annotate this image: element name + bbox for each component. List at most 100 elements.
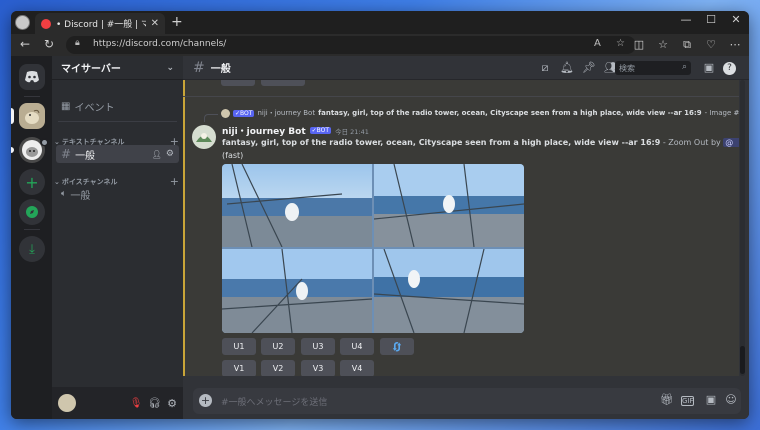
read-aloud-icon[interactable]: A [594,38,601,49]
events-item[interactable]: ▦ イベント [56,97,179,115]
user-settings-gear-icon[interactable]: ⚙ [167,397,177,410]
profile-avatar[interactable] [15,15,30,30]
variation-3-button[interactable]: V3 [301,360,335,376]
voice-channel-name: 一般 [70,190,91,202]
voice-channel-item[interactable]: 🔈︎ 一般 [56,185,179,203]
channel-name: 一般 [75,150,96,162]
discord-home-icon[interactable] [19,64,45,90]
message-input-placeholder: #一般へメッセージを送信 [221,398,328,408]
split-screen-icon[interactable]: ◫ [631,38,647,51]
chevron-down-icon: ⌄ [166,62,174,73]
scrollbar[interactable] [740,80,745,376]
server-header[interactable]: マイサーバー ⌄ [52,56,183,80]
calendar-icon: ▦ [61,100,71,112]
notification-bell-icon[interactable]: 🔔︎ [559,61,575,74]
image-quadrant-4 [374,249,524,333]
tab-close-button[interactable]: ✕ [151,18,159,29]
upscale-1-button[interactable]: U1 [222,338,256,355]
reply-prompt: fantasy, girl, top of the radio tower, o… [318,109,702,117]
bot-avatar[interactable] [192,125,216,149]
sticker-icon[interactable]: ▣ [703,393,719,406]
favorites-icon[interactable]: ☆ [655,38,671,51]
browser-essentials-icon[interactable]: ♡ [703,38,719,51]
chat-area: # 一般 ⧄ 🔔︎ 📌︎ 👥︎ 検索 ⌕ ▣ ? ✓BOT niji・journ… [183,56,749,419]
channel-sidebar: マイサーバー ⌄ ▦ イベント ⌄ テキストチャンネル + # 一般 👤︎ ⚙ … [52,56,183,419]
headphones-icon[interactable]: 🎧︎ [148,398,161,409]
new-tab-button[interactable]: + [171,14,183,30]
refresh-icon: 🔄︎ [391,340,403,354]
speaker-icon: 🔈︎ [61,189,67,199]
address-bar[interactable]: 🔒︎ https://discord.com/channels/ A ☆ [66,36,636,54]
image-quadrant-3 [222,249,372,333]
add-attachment-icon[interactable]: + [199,394,212,407]
message-timestamp: 今日 21:41 [335,127,369,136]
back-icon[interactable]: ← [17,37,33,51]
variation-1-button[interactable]: V1 [222,360,256,376]
emoji-icon[interactable]: ☺ [723,393,739,406]
message-content: fantasy, girl, top of the radio tower, o… [222,138,739,147]
help-icon[interactable]: ? [723,62,736,75]
bot-badge: ✓BOT [233,109,255,117]
add-server-icon[interactable]: + [19,169,45,195]
message-list: ✓BOT niji・journey Bot fantasy, girl, top… [183,80,739,376]
search-placeholder: 検索 [619,64,635,73]
close-window-button[interactable]: ✕ [726,13,746,26]
hash-icon: # [193,59,205,76]
maximize-button[interactable]: ☐ [701,13,721,26]
server-list: + ⤓ [11,56,52,419]
channel-title: 一般 [210,64,231,75]
channel-item-general[interactable]: # 一般 👤︎ ⚙ [56,145,179,163]
upscale-2-button[interactable]: U2 [261,338,295,355]
image-quadrant-1 [222,164,372,247]
discord-favicon-icon [41,18,51,29]
url-text: https://discord.com/channels/ [93,39,227,49]
zoom-text: - Zoom Out by [660,138,724,147]
reload-icon[interactable]: ↻ [41,37,57,51]
variation-2-button[interactable]: V2 [261,360,295,376]
minimize-button[interactable]: — [676,13,696,26]
search-icon: ⌕ [681,62,687,72]
server-icon-1[interactable] [19,103,45,129]
events-label: イベント [74,102,115,114]
tab-title: • Discord | #一般 | マイサーバー [56,20,146,30]
invite-icon[interactable]: 👤︎ [152,150,162,159]
download-apps-icon[interactable]: ⤓ [19,236,45,262]
speed-label: (fast) [222,151,244,160]
hash-icon: # [61,147,72,161]
discord-app: + ⤓ マイサーバー ⌄ ▦ イベント ⌄ テキストチャンネル + # 一般 👤… [11,56,749,419]
reply-suffix: - Image #2 [704,109,739,117]
upscale-4-button[interactable]: U4 [340,338,374,355]
collections-icon[interactable]: ⧉ [679,38,695,52]
search-input[interactable]: 検索 ⌕ [615,61,691,75]
gear-icon[interactable]: ⚙ [166,149,174,159]
address-toolbar: ← ↻ 🔒︎ https://discord.com/channels/ A ☆… [11,34,749,56]
mute-mic-icon[interactable]: 🎙︎ [130,398,143,409]
user-mention[interactable]: @ [723,138,739,147]
message-author[interactable]: niji・journey Bot [222,124,306,137]
avatar [221,108,230,118]
reroll-button[interactable]: 🔄︎ [380,338,414,355]
variation-4-button[interactable]: V4 [340,360,374,376]
gift-icon[interactable]: 🎁︎ [659,393,675,406]
more-menu-icon[interactable]: ⋯ [727,38,743,51]
avatar[interactable] [58,394,76,412]
message-composer[interactable]: + #一般へメッセージを送信 🎁︎ GIF ▣ ☺ [193,388,741,414]
browser-window: • Discord | #一般 | マイサーバー ✕ + — ☐ ✕ ← ↻ 🔒… [11,11,749,419]
upscale-3-button[interactable]: U3 [301,338,335,355]
image-quadrant-2 [374,164,524,247]
reply-preview[interactable]: ✓BOT niji・journey Bot fantasy, girl, top… [221,107,739,119]
server-name: マイサーバー [61,64,121,75]
pin-icon[interactable]: 📌︎ [581,61,597,74]
browser-tab[interactable]: • Discord | #一般 | マイサーバー ✕ [35,13,165,34]
explore-servers-icon[interactable] [19,199,45,225]
inbox-icon[interactable]: ▣ [701,61,717,74]
gif-icon[interactable]: GIF [681,396,694,406]
scrollbar-thumb[interactable] [740,346,745,374]
message-prompt: fantasy, girl, top of the radio tower, o… [222,138,661,147]
reply-author: niji・journey Bot [257,109,316,117]
tab-bar: • Discord | #一般 | マイサーバー ✕ + — ☐ ✕ [11,11,749,34]
threads-icon[interactable]: ⧄ [537,61,553,75]
bot-badge: ✓BOT [309,127,332,134]
favorite-star-icon[interactable]: ☆ [616,38,625,49]
generated-image-grid[interactable] [222,164,524,333]
